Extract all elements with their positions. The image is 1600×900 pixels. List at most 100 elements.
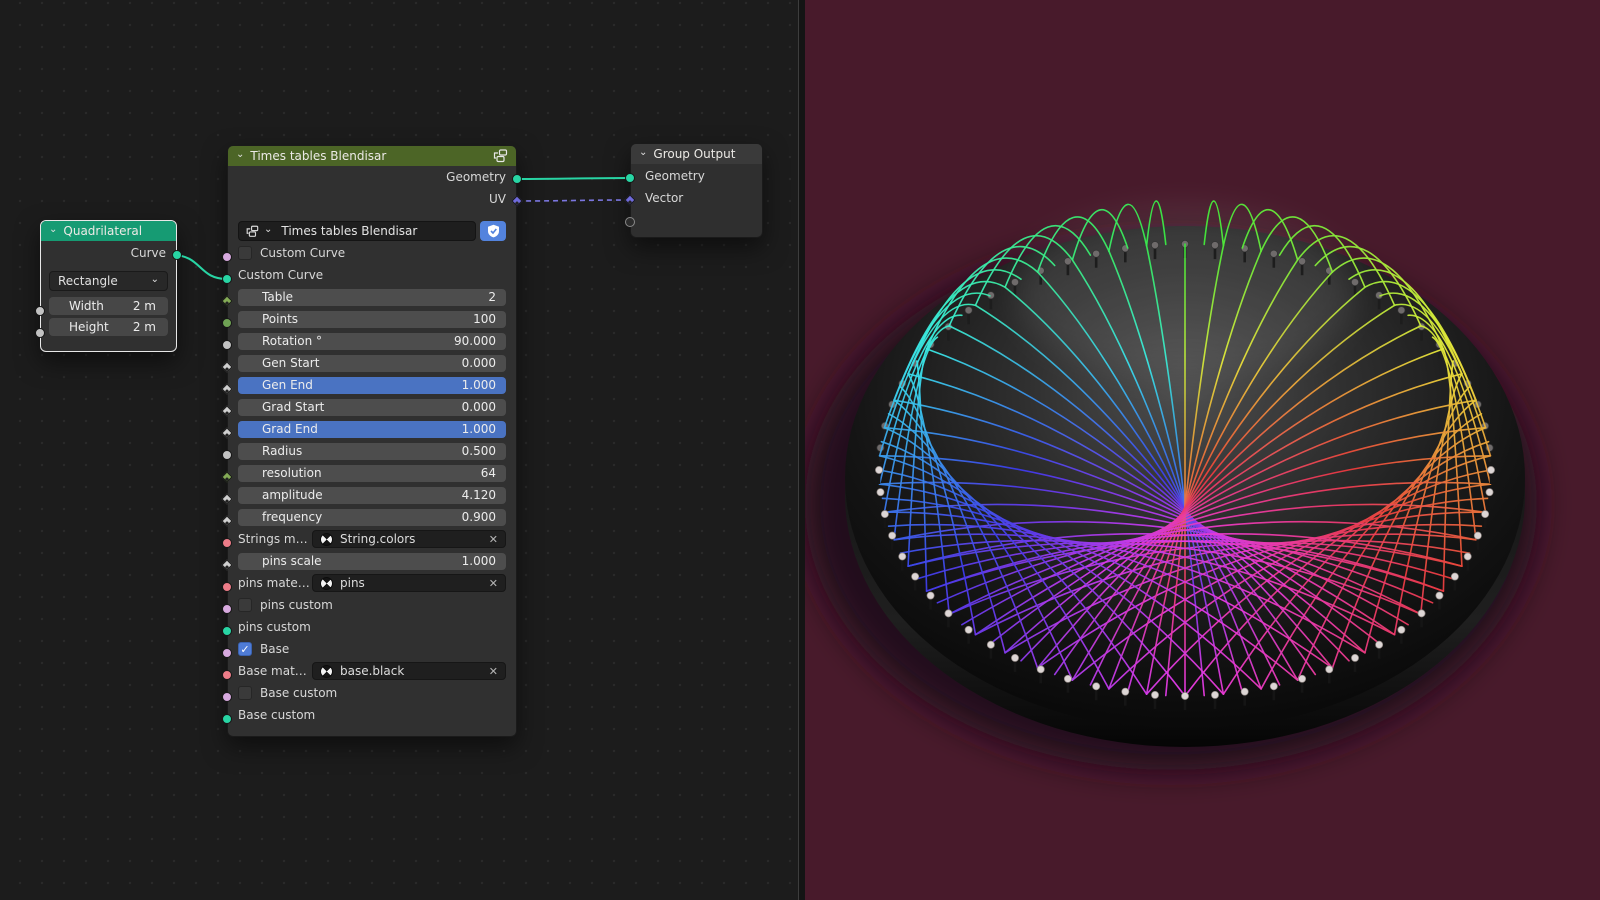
mode-dropdown-value: Rectangle: [58, 274, 118, 288]
input-label-geometry: Geometry: [645, 168, 705, 183]
width-field[interactable]: Width 2 m: [49, 297, 168, 315]
socket-in-base-custom[interactable]: [222, 692, 232, 702]
string-art-render: [805, 200, 1537, 770]
blender-window: ⌄ Quadrilateral Curve Rectangle ⌄ Width …: [0, 0, 1600, 900]
value-slider[interactable]: Rotation ° 90.000: [238, 332, 506, 350]
value-slider[interactable]: Gen Start 0.000: [238, 354, 506, 372]
socket-in-custom-curve[interactable]: [222, 252, 232, 262]
collapse-chevron-icon[interactable]: ⌄: [236, 150, 244, 160]
value-slider[interactable]: amplitude 4.120: [238, 486, 506, 504]
browse-chevron-icon[interactable]: ⌄: [264, 225, 272, 235]
socket-in-geometry[interactable]: [625, 173, 635, 183]
node-title: Group Output: [653, 147, 736, 161]
unlink-x-icon[interactable]: ✕: [489, 665, 498, 678]
socket-in-virtual[interactable]: [625, 217, 635, 227]
value-slider[interactable]: Radius 0.500: [238, 442, 506, 460]
socket-in-strings-mat-[interactable]: [222, 538, 232, 548]
value-slider[interactable]: resolution 64: [238, 464, 506, 482]
value-slider[interactable]: Grad End 1.000: [238, 420, 506, 438]
value-slider[interactable]: Grad Start 0.000: [238, 398, 506, 416]
material-field[interactable]: pins ✕: [312, 574, 506, 592]
height-field-label: Height: [69, 320, 109, 334]
material-socket-label: Strings mat...: [238, 532, 312, 546]
slider-row-gen-start: Gen Start 0.000: [228, 352, 516, 374]
slider-row-amplitude: amplitude 4.120: [228, 484, 516, 506]
checkbox-unchecked[interactable]: [238, 246, 252, 260]
checkbox-checked[interactable]: ✓: [238, 642, 252, 656]
socket-in-base-mater-[interactable]: [222, 670, 232, 680]
slider-row-gen-end: Gen End 1.000: [228, 374, 516, 396]
collapse-chevron-icon[interactable]: ⌄: [49, 225, 57, 235]
checkbox-row-pins-custom: pins custom: [228, 594, 516, 616]
output-label: Geometry: [446, 170, 506, 184]
slider-row-rotation-: Rotation ° 90.000: [228, 330, 516, 352]
node-group-output[interactable]: ⌄ Group Output Geometry Vector: [630, 143, 763, 238]
value-slider[interactable]: Table 2: [238, 288, 506, 306]
material-sphere-icon: [320, 576, 333, 590]
value-slider[interactable]: frequency 0.900: [238, 508, 506, 526]
height-field-value: 2 m: [132, 320, 156, 334]
value-slider[interactable]: Gen End 1.000: [238, 376, 506, 394]
node-group-output-header[interactable]: ⌄ Group Output: [631, 144, 762, 164]
node-title: Times tables Blendisar: [250, 149, 387, 163]
socket-label: Custom Curve: [238, 268, 324, 282]
output-label-curve: Curve: [130, 246, 166, 260]
material-sphere-icon: [320, 532, 333, 546]
slider-value: 64: [480, 466, 496, 480]
node-editor-canvas[interactable]: ⌄ Quadrilateral Curve Rectangle ⌄ Width …: [0, 0, 798, 900]
material-socket-label: Base mater...: [238, 664, 312, 678]
socket-in-width[interactable]: [35, 306, 45, 316]
node-times-tables-blendisar[interactable]: ⌄ Times tables Blendisar Geometry UV ⌄ T…: [227, 145, 517, 737]
slider-value: 100: [473, 312, 496, 326]
value-slider[interactable]: pins scale 1.000: [238, 552, 506, 570]
slider-label: Points: [262, 312, 299, 326]
checkbox-unchecked[interactable]: [238, 686, 252, 700]
socket-in-custom-curve[interactable]: [222, 274, 232, 284]
output-label: UV: [489, 192, 506, 206]
wire-uv-to-vector: [516, 199, 631, 202]
slider-label: resolution: [262, 466, 322, 480]
node-group-icon: [493, 149, 508, 163]
nodetree-name-text[interactable]: Times tables Blendisar: [281, 224, 417, 238]
checkbox-row-base-custom: Base custom: [228, 682, 516, 704]
slider-label: Grad Start: [262, 400, 325, 414]
fake-user-shield-button[interactable]: [480, 221, 506, 241]
material-name: pins: [340, 576, 365, 590]
value-slider[interactable]: Points 100: [238, 310, 506, 328]
node-main-header[interactable]: ⌄ Times tables Blendisar: [228, 146, 516, 166]
socket-in-pins-custom[interactable]: [222, 626, 232, 636]
slider-value: 0.900: [461, 510, 496, 524]
socket-in-pins-materi-[interactable]: [222, 582, 232, 592]
slider-label: amplitude: [262, 488, 323, 502]
socket-out-geometry[interactable]: [512, 174, 522, 184]
material-field[interactable]: String.colors ✕: [312, 530, 506, 548]
height-field[interactable]: Height 2 m: [49, 318, 168, 336]
slider-value: 1.000: [461, 378, 496, 392]
socket-in-pins-custom[interactable]: [222, 604, 232, 614]
material-field[interactable]: base.black ✕: [312, 662, 506, 680]
slider-row-radius: Radius 0.500: [228, 440, 516, 462]
checkbox-row-custom-curve: Custom Curve: [228, 242, 516, 264]
unlink-x-icon[interactable]: ✕: [489, 577, 498, 590]
socket-in-radius[interactable]: [222, 450, 232, 460]
material-row-strings-mat-: Strings mat... String.colors ✕: [228, 528, 516, 550]
checkbox-unchecked[interactable]: [238, 598, 252, 612]
editor-divider[interactable]: [798, 0, 805, 900]
node-quadrilateral[interactable]: ⌄ Quadrilateral Curve Rectangle ⌄ Width …: [40, 220, 177, 352]
socket-in-base-custom[interactable]: [222, 714, 232, 724]
node-quadrilateral-header[interactable]: ⌄ Quadrilateral: [41, 221, 176, 241]
collapse-chevron-icon[interactable]: ⌄: [639, 148, 647, 158]
nodetree-name-field[interactable]: ⌄ Times tables Blendisar: [238, 221, 476, 241]
slider-row-grad-start: Grad Start 0.000: [228, 396, 516, 418]
socket-in-height[interactable]: [35, 328, 45, 338]
output-row-uv: UV: [228, 188, 516, 210]
socket-in-base[interactable]: [222, 648, 232, 658]
mode-dropdown[interactable]: Rectangle ⌄: [49, 271, 168, 291]
slider-label: Gen End: [262, 378, 313, 392]
chevron-down-icon: ⌄: [150, 274, 159, 285]
socket-in-points[interactable]: [222, 318, 232, 328]
socket-out-curve[interactable]: [172, 250, 182, 260]
socket-in-rotation-[interactable]: [222, 340, 232, 350]
unlink-x-icon[interactable]: ✕: [489, 533, 498, 546]
viewport-3d[interactable]: [805, 0, 1600, 900]
